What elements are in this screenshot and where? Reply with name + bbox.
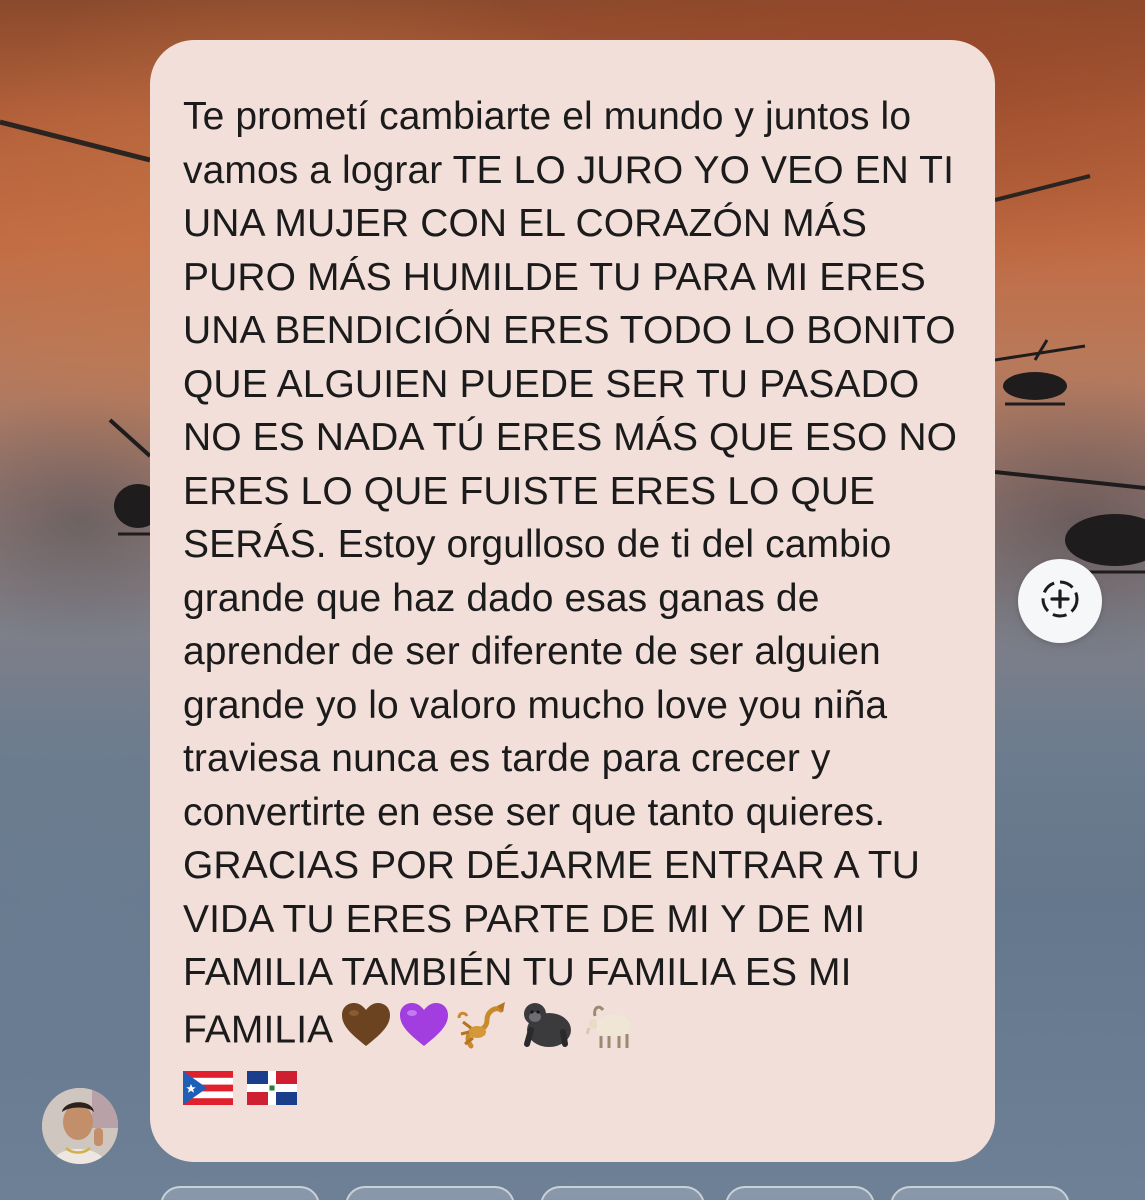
sender-avatar[interactable] [42, 1088, 118, 1164]
goat-icon [583, 1000, 639, 1065]
helicopter-silhouette-right-top [995, 174, 1091, 202]
add-reaction-icon [1038, 577, 1082, 626]
emoji-row [333, 1001, 639, 1051]
helicopter-silhouette-left [0, 119, 151, 163]
quick-reply-chip[interactable] [160, 1186, 320, 1200]
flag-dominican-republic-icon [247, 1066, 297, 1120]
message-bubble[interactable]: Te prometí cambiarte el mundo y juntos l… [150, 40, 995, 1162]
helicopter-silhouette-left-low [108, 418, 160, 536]
add-reaction-button[interactable] [1018, 559, 1102, 643]
quick-reply-chip[interactable] [725, 1186, 875, 1200]
purple-heart-icon [399, 1002, 449, 1063]
avatar-photo [42, 1088, 118, 1164]
quick-reply-chip[interactable] [345, 1186, 515, 1200]
message-text: Te prometí cambiarte el mundo y juntos l… [183, 90, 965, 1119]
gorilla-icon [519, 1000, 575, 1065]
quick-reply-chip[interactable] [540, 1186, 705, 1200]
helicopter-silhouette-right-mid [995, 339, 1086, 406]
flag-row [183, 1069, 311, 1112]
brown-heart-icon [341, 1002, 391, 1063]
quick-reply-chip[interactable] [890, 1186, 1070, 1200]
message-body: Te prometí cambiarte el mundo y juntos l… [183, 95, 969, 1052]
scorpion-icon [457, 1000, 511, 1065]
flag-puerto-rico-icon [183, 1066, 233, 1120]
